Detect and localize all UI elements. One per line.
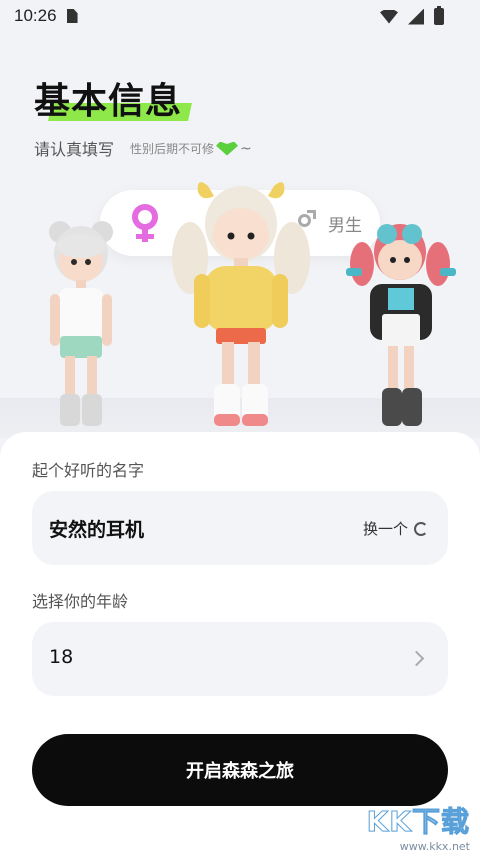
swap-name-button[interactable]: 换一个 [363,518,428,539]
age-field[interactable]: 18 [32,622,448,696]
page-title: 基本信息 [34,81,183,122]
heart-icon [216,141,239,156]
status-icons [380,6,444,25]
female-option-icon[interactable] [128,204,162,244]
signal-icon [408,8,424,25]
battery-icon [434,6,444,25]
name-value: 安然的耳机 [49,519,145,541]
name-field[interactable]: 安然的耳机 换一个 [32,491,448,565]
refresh-icon [414,521,428,536]
status-time: 10:26 [14,6,57,25]
gender-hint: 性别后期不可修 ~ [130,140,252,157]
avatar-boy-white-hair[interactable] [40,218,122,430]
avatar-girl-yellow-sweater[interactable] [168,178,314,430]
avatar-girl-goggles[interactable] [342,214,460,430]
swap-name-label: 换一个 [362,520,408,538]
watermark-url: www.kkx.net [399,840,470,853]
age-label: 选择你的年龄 [32,592,129,611]
hint-tilde: ~ [240,140,252,157]
wifi-icon [380,9,398,24]
sim-card-icon [66,9,78,23]
gender-hint-text: 性别后期不可修 [130,142,215,156]
watermark-logo: KK下载 [366,805,470,839]
chevron-right-icon [408,650,425,667]
start-journey-label: 开启森森之旅 [186,761,294,782]
watermark: KK下载 www.kkx.net [366,800,470,854]
age-value: 18 [49,646,74,668]
name-label: 起个好听的名字 [32,461,145,480]
start-journey-button[interactable]: 开启森森之旅 [32,734,448,806]
page-subtitle: 请认真填写 [34,140,115,159]
